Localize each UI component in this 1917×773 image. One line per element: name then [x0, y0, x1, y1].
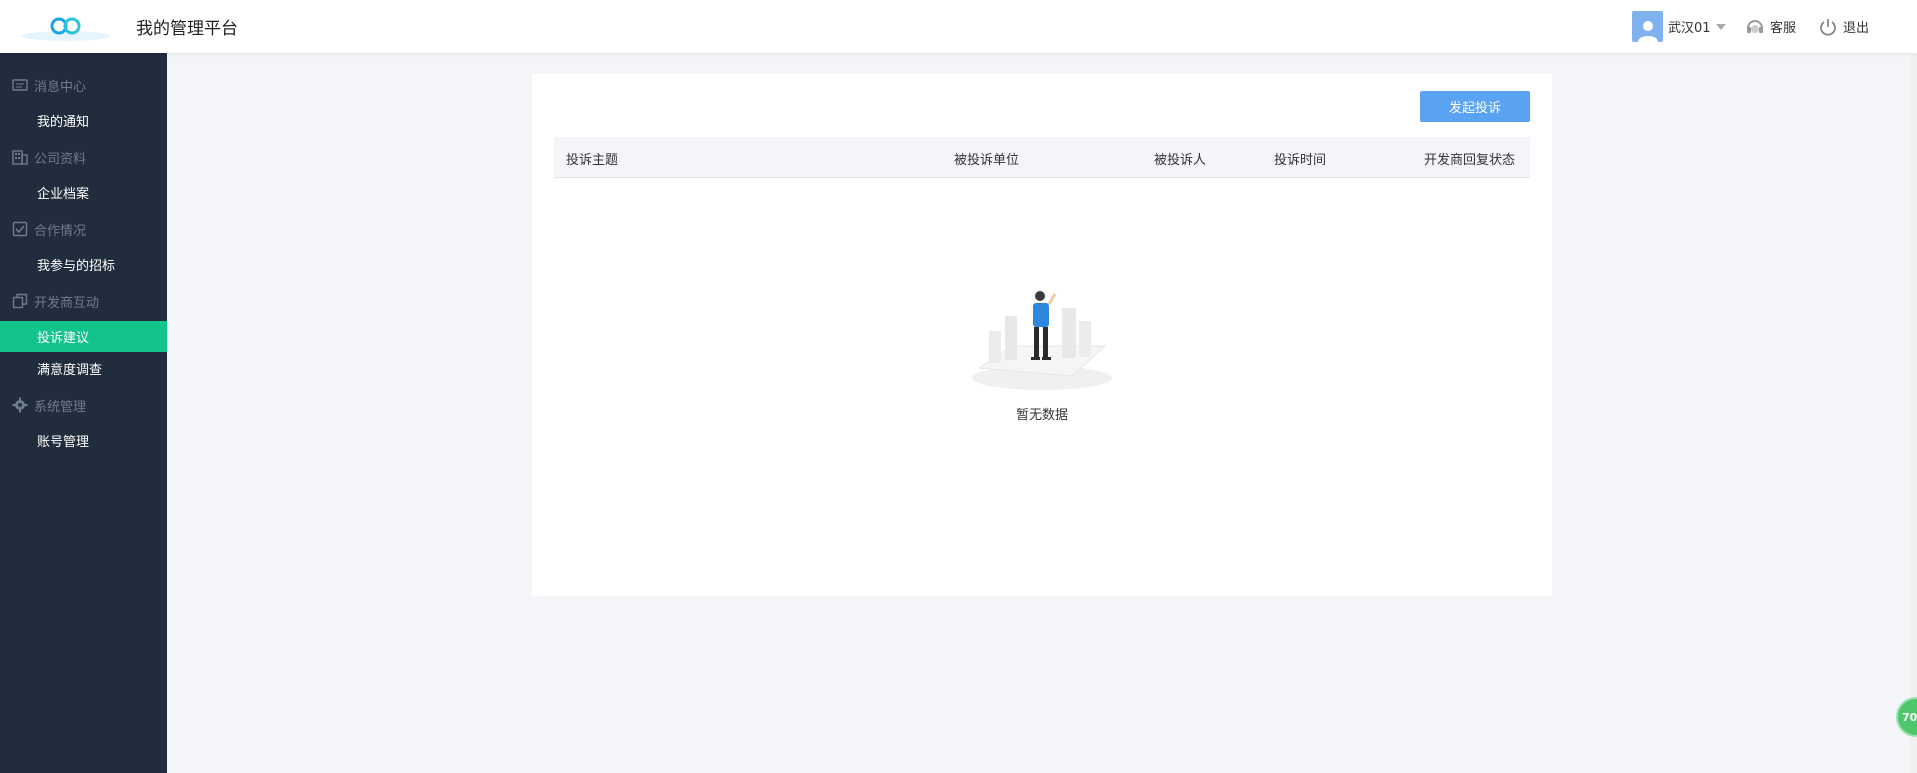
user-icon: [1637, 21, 1658, 42]
sidebar-item-satisfaction-survey[interactable]: 满意度调查: [0, 353, 167, 384]
column-header: 投诉时间: [1274, 153, 1327, 168]
checkbox-icon: [12, 221, 28, 237]
sidebar-item-my-bids[interactable]: 我参与的招标: [0, 249, 167, 280]
message-icon: [12, 79, 28, 91]
sidebar-group-label: 消息中心: [34, 79, 87, 95]
sidebar-item-label: 投诉建议: [37, 331, 90, 346]
logout-label: 退出: [1843, 21, 1870, 36]
user-menu[interactable]: 武汉01: [1632, 10, 1726, 43]
sidebar-group-label: 系统管理: [34, 399, 87, 415]
building-icon: [12, 150, 28, 165]
complaints-panel: 发起投诉 投诉主题 被投诉单位 被投诉人 投诉时间 开发商回复状态 暂无数据: [532, 74, 1552, 596]
sidebar-group-label: 开发商互动: [34, 295, 100, 311]
empty-state-illustration: [972, 291, 1112, 390]
logout-button[interactable]: 退出: [1818, 10, 1869, 43]
sidebar-group-developer-interaction[interactable]: 开发商互动: [0, 286, 167, 316]
column-header: 开发商回复状态: [1424, 153, 1516, 168]
sidebar-item-label: 企业档案: [37, 187, 90, 202]
sidebar-item-complaints[interactable]: 投诉建议: [0, 321, 167, 352]
column-header: 被投诉人: [1154, 153, 1207, 168]
chevron-down-icon[interactable]: [1715, 23, 1726, 30]
column-header: 投诉主题: [566, 153, 619, 168]
sidebar-group-cooperation[interactable]: 合作情况: [0, 214, 167, 244]
sidebar-group-label: 合作情况: [34, 223, 87, 239]
page-scrollbar[interactable]: [1910, 53, 1917, 773]
sidebar-group-company[interactable]: 公司资料: [0, 142, 167, 172]
table-header: 投诉主题 被投诉单位 被投诉人 投诉时间 开发商回复状态: [554, 137, 1530, 178]
headset-icon: [1747, 19, 1763, 33]
logo-icon[interactable]: [14, 6, 118, 46]
floating-badge[interactable]: 70: [1896, 697, 1917, 737]
sidebar-group-messages[interactable]: 消息中心: [0, 70, 167, 100]
column-header: 被投诉单位: [954, 153, 1020, 168]
avatar: [1632, 11, 1663, 42]
sidebar-item-company-profile[interactable]: 企业档案: [0, 177, 167, 208]
sidebar-group-label: 公司资料: [34, 151, 87, 167]
sidebar-item-account-management[interactable]: 账号管理: [0, 425, 167, 456]
sidebar-item-label: 我的通知: [37, 115, 90, 130]
copy-icon: [12, 293, 28, 309]
sidebar: 消息中心 我的通知 公司资料 企业档案 合作情况 我参与的招标 开发商互动 投诉…: [0, 53, 167, 773]
customer-service-button[interactable]: 客服: [1745, 10, 1796, 43]
top-header: 我的管理平台 武汉01 客服 退出: [0, 0, 1917, 53]
empty-state-text: 暂无数据: [1015, 408, 1068, 423]
sidebar-group-system[interactable]: 系统管理: [0, 390, 167, 420]
user-name: 武汉01: [1668, 21, 1711, 36]
power-icon: [1820, 18, 1836, 36]
create-complaint-button[interactable]: 发起投诉: [1420, 91, 1530, 122]
sidebar-item-label: 满意度调查: [37, 363, 103, 378]
app-title: 我的管理平台: [136, 19, 238, 39]
service-label: 客服: [1770, 21, 1797, 36]
sidebar-item-notifications[interactable]: 我的通知: [0, 105, 167, 136]
sidebar-item-label: 我参与的招标: [37, 259, 116, 274]
sidebar-item-label: 账号管理: [37, 435, 90, 450]
gear-icon: [12, 397, 28, 413]
